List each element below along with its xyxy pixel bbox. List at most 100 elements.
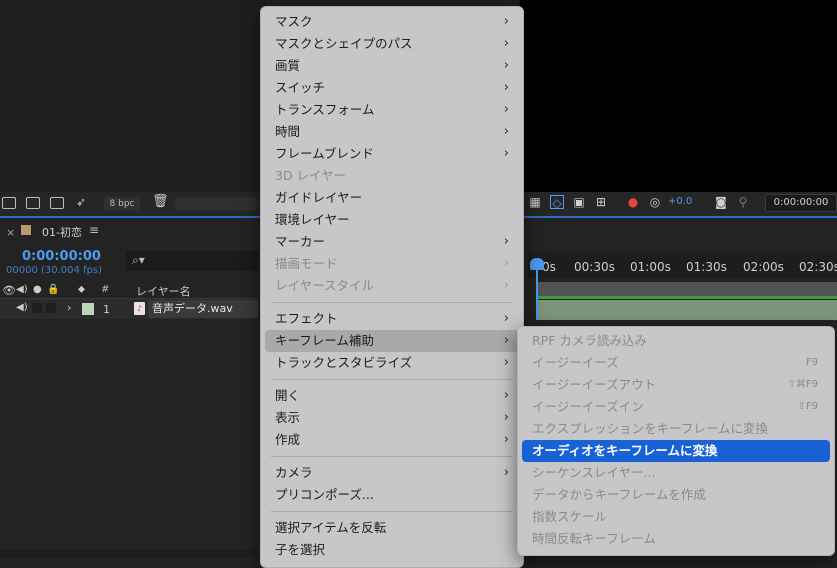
submenu-item-convert-audio-to-keyframes[interactable]: オーディオをキーフレームに変換 xyxy=(522,440,830,462)
expand-chevron-icon[interactable]: › xyxy=(67,301,71,314)
chevron-right-icon: › xyxy=(503,58,509,73)
menu-item-label: データからキーフレームを作成 xyxy=(532,487,706,502)
ruler-label: 02:00s xyxy=(743,260,784,274)
menu-item-reveal[interactable]: 表示 › xyxy=(265,407,519,429)
menu-shortcut: ⇧⌘F9 xyxy=(787,379,819,390)
work-area-bar[interactable] xyxy=(537,282,837,296)
chevron-right-icon: › xyxy=(503,234,509,249)
label-tag-icon[interactable]: ⬥ xyxy=(78,284,85,295)
menu-item-markers[interactable]: マーカー › xyxy=(265,231,519,253)
playhead-line[interactable] xyxy=(536,258,538,320)
menu-item-label: 指数スケール xyxy=(532,509,608,524)
render-icon[interactable]: ➶ xyxy=(76,195,86,209)
keyframe-assistant-submenu: RPF カメラ読み込み イージーイーズ F9 イージーイーズアウト ⇧⌘F9 イージ… xyxy=(517,326,835,556)
chevron-right-icon: › xyxy=(503,14,509,29)
comp-color-swatch xyxy=(21,225,31,235)
chevron-right-icon: › xyxy=(503,36,509,51)
menu-item-label: 選択アイテムを反転 xyxy=(275,520,387,535)
chevron-right-icon: › xyxy=(503,410,509,425)
layer-name[interactable]: 音声データ.wav xyxy=(148,300,258,318)
frame-count-display: 00000 (30.004 fps) xyxy=(6,265,103,276)
menu-shortcut: ⇧F9 xyxy=(797,401,819,412)
layer-name-header[interactable]: レイヤー名 xyxy=(136,283,191,299)
menu-item-3d-layer: 3D レイヤー xyxy=(265,165,519,187)
menu-separator xyxy=(271,456,513,457)
menu-item-label: マスク xyxy=(275,14,313,29)
menu-item-transform[interactable]: トランスフォーム › xyxy=(265,99,519,121)
show-snapshot-icon[interactable]: ⚲ xyxy=(736,195,750,209)
menu-item-create[interactable]: 作成 › xyxy=(265,429,519,451)
audio-icon[interactable]: ◀) xyxy=(16,284,28,295)
menu-item-time[interactable]: 時間 › xyxy=(265,121,519,143)
ruler-label: 0s xyxy=(542,260,556,274)
chevron-right-icon: › xyxy=(503,432,509,447)
folder-icon[interactable] xyxy=(26,197,40,209)
menu-item-camera[interactable]: カメラ › xyxy=(265,462,519,484)
chevron-right-icon: › xyxy=(503,465,509,480)
mask-path-icon[interactable]: ◇ xyxy=(550,195,564,210)
current-time-display[interactable]: 0:00:00:00 xyxy=(22,249,101,264)
menu-item-invert-selection[interactable]: 選択アイテムを反転 xyxy=(265,517,519,539)
chevron-right-icon: › xyxy=(503,124,509,139)
menu-item-label: ガイドレイヤー xyxy=(275,190,363,205)
menu-item-quality[interactable]: 画質 › xyxy=(265,55,519,77)
menu-item-environment-layer[interactable]: 環境レイヤー xyxy=(265,209,519,231)
layer-search-input[interactable] xyxy=(126,251,258,271)
grid-guide-icon[interactable]: ⊞ xyxy=(594,195,608,209)
layer-color-label[interactable] xyxy=(82,303,94,315)
layer-duration-bar[interactable] xyxy=(537,300,837,320)
bpc-button[interactable]: 8 bpc xyxy=(104,197,140,211)
menu-item-label: キーフレーム補助 xyxy=(275,333,374,348)
search-icon[interactable]: ⌕▾ xyxy=(132,253,145,268)
menu-item-mask[interactable]: マスク › xyxy=(265,11,519,33)
menu-item-label: フレームブレンド xyxy=(275,146,374,161)
exposure-value[interactable]: +0.0 xyxy=(668,195,692,209)
solo-icon[interactable]: ● xyxy=(33,284,42,295)
menu-item-precompose[interactable]: プリコンポーズ... xyxy=(265,484,519,506)
channels-icon[interactable]: ● xyxy=(626,195,640,209)
menu-item-frame-blending[interactable]: フレームブレンド › xyxy=(265,143,519,165)
ruler-label: 00:30s xyxy=(574,260,615,274)
submenu-item-keyframes-from-data: データからキーフレームを作成 xyxy=(522,484,830,506)
menu-item-label: 子を選択 xyxy=(275,542,326,557)
menu-item-track-stabilize[interactable]: トラックとスタビライズ › xyxy=(265,352,519,374)
lock-toggle[interactable] xyxy=(46,303,56,313)
menu-separator xyxy=(271,302,513,303)
composition-viewer[interactable] xyxy=(520,0,837,192)
menu-item-switches[interactable]: スイッチ › xyxy=(265,77,519,99)
menu-item-label: 画質 xyxy=(275,58,301,73)
lock-icon[interactable]: 🔒 xyxy=(47,284,59,295)
submenu-item-time-reverse-keyframes: 時間反転キーフレーム xyxy=(522,528,830,550)
project-flow-icon[interactable] xyxy=(2,197,16,209)
menu-item-label: 時間反転キーフレーム xyxy=(532,531,656,546)
exposure-reset-icon[interactable]: ◎ xyxy=(648,195,662,209)
snapshot-camera-icon[interactable]: ◙ xyxy=(714,195,728,209)
eye-icon[interactable]: 👁 xyxy=(2,284,16,297)
composition-icon[interactable] xyxy=(50,197,64,209)
panel-menu-icon[interactable]: ≡ xyxy=(89,223,99,237)
menu-item-label: 作成 xyxy=(275,432,301,447)
menu-item-label: エフェクト xyxy=(275,311,338,326)
menu-item-label: イージーイーズアウト xyxy=(532,377,657,392)
submenu-item-easy-ease: イージーイーズ F9 xyxy=(522,352,830,374)
menu-item-open[interactable]: 開く › xyxy=(265,385,519,407)
close-icon[interactable]: × xyxy=(6,226,15,239)
menu-item-effects[interactable]: エフェクト › xyxy=(265,308,519,330)
menu-item-keyframe-assistant[interactable]: キーフレーム補助 › xyxy=(265,330,519,352)
menu-item-label: イージーイーズ xyxy=(532,355,619,370)
transparency-grid-icon[interactable]: ▦ xyxy=(528,195,542,209)
menu-item-label: 開く xyxy=(275,388,301,403)
solo-toggle[interactable] xyxy=(32,303,42,313)
audio-enabled-icon[interactable]: ◀) xyxy=(16,302,28,313)
timeline-tab-title[interactable]: 01-初恋 xyxy=(42,224,82,240)
layer-context-menu: マスク › マスクとシェイプのパス › 画質 › スイッチ › トランスフォーム › 時間… xyxy=(260,6,524,568)
trash-icon[interactable]: 🗑 xyxy=(152,194,169,209)
viewer-timecode[interactable]: 0:00:00:00 xyxy=(765,194,837,212)
menu-item-guide-layer[interactable]: ガイドレイヤー xyxy=(265,187,519,209)
menu-item-blending-mode: 描画モード › xyxy=(265,253,519,275)
submenu-item-sequence-layers: シーケンスレイヤー... xyxy=(522,462,830,484)
toolbar-slider[interactable] xyxy=(174,197,258,211)
menu-item-mask-shape-path[interactable]: マスクとシェイプのパス › xyxy=(265,33,519,55)
region-of-interest-icon[interactable]: ▣ xyxy=(572,195,586,209)
layer-number-header: # xyxy=(101,284,110,295)
